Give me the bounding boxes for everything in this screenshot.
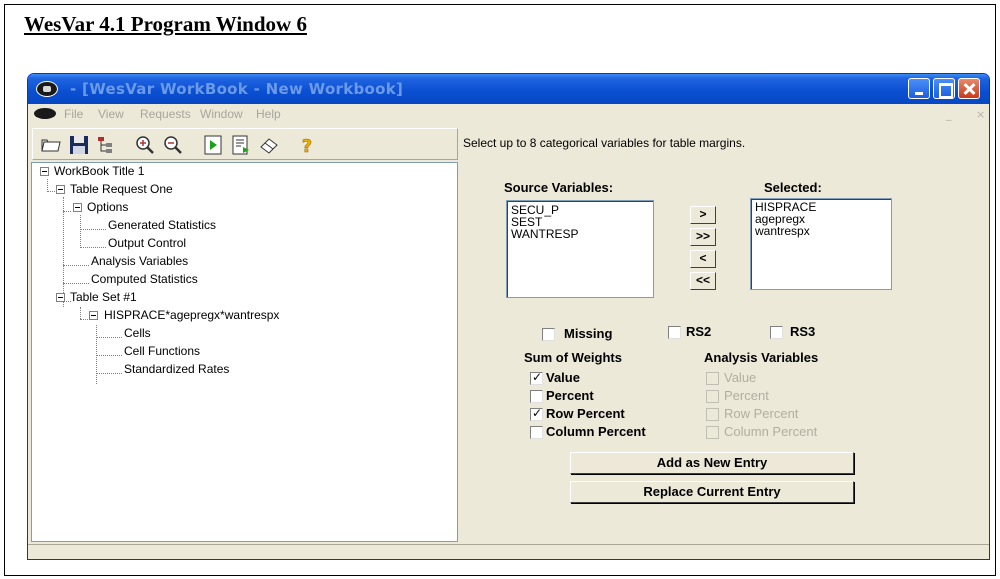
save-icon[interactable] <box>67 133 91 157</box>
collapse-toggle-options[interactable] <box>73 203 82 212</box>
zoom-out-icon[interactable] <box>161 133 185 157</box>
menu-requests[interactable]: Requests <box>140 107 191 121</box>
menu-file[interactable]: File <box>64 107 83 121</box>
remove-all-button[interactable]: << <box>690 272 716 290</box>
app-icon[interactable] <box>36 81 58 97</box>
tree-node-workbook-title[interactable]: WorkBook Title 1 <box>54 164 144 178</box>
tree-node-options[interactable]: Options <box>87 200 128 214</box>
zoom-in-icon[interactable] <box>133 133 157 157</box>
mdi-minimize-button[interactable]: _ <box>946 108 952 121</box>
av-column-percent-checkbox[interactable] <box>706 426 719 439</box>
av-value-label: Value <box>724 370 757 385</box>
missing-checkbox[interactable] <box>542 328 555 341</box>
title-bar[interactable]: - [WesVar WorkBook - New Workbook] <box>28 74 989 104</box>
sow-column-percent-checkbox[interactable] <box>530 426 543 439</box>
help-icon[interactable]: ? <box>295 133 319 157</box>
menu-bar: File View Requests Window Help _ × <box>28 104 989 124</box>
table-margins-form: Source Variables: Selected: SECU_P SEST … <box>460 162 988 542</box>
sow-value-checkbox[interactable] <box>530 370 543 385</box>
remove-selected-button[interactable]: < <box>690 250 716 268</box>
open-folder-icon[interactable] <box>39 133 63 157</box>
export-icon[interactable] <box>229 133 253 157</box>
selected-variable-item[interactable]: wantrespx <box>751 225 891 237</box>
rs2-checkbox[interactable] <box>668 326 681 339</box>
sow-column-percent-label: Column Percent <box>546 424 646 439</box>
sum-of-weights-label: Sum of Weights <box>524 350 622 365</box>
close-button[interactable] <box>958 78 980 99</box>
workbook-tree[interactable]: WorkBook Title 1 Table Request One Optio… <box>31 162 458 542</box>
av-percent-checkbox[interactable] <box>706 390 719 403</box>
rs3-label: RS3 <box>790 324 816 339</box>
collapse-toggle-table-set[interactable] <box>56 293 65 302</box>
status-bar <box>28 544 989 559</box>
selected-variables-list[interactable]: HISPRACE agepregx wantrespx <box>750 198 892 290</box>
add-all-button[interactable]: >> <box>690 228 716 246</box>
replace-current-entry-button[interactable]: Replace Current Entry <box>570 481 854 503</box>
collapse-toggle-hisprace[interactable] <box>89 311 98 320</box>
av-column-percent-label: Column Percent <box>724 424 818 439</box>
collapse-toggle-workbook[interactable] <box>40 167 49 176</box>
tree-node-table-request[interactable]: Table Request One <box>70 182 173 196</box>
tree-node-cell-functions[interactable]: Cell Functions <box>124 344 200 358</box>
sow-percent-label: Percent <box>546 388 594 403</box>
menu-window[interactable]: Window <box>200 107 243 121</box>
minimize-button[interactable] <box>908 78 930 99</box>
sow-value-label: Value <box>546 370 580 385</box>
tree-node-table-set[interactable]: Table Set #1 <box>70 290 137 304</box>
toolbar: ? <box>32 128 458 160</box>
window-title: - [WesVar WorkBook - New Workbook] <box>70 80 404 98</box>
sow-row-percent-checkbox[interactable] <box>530 406 543 421</box>
source-variables-label: Source Variables: <box>504 180 614 195</box>
instruction-text: Select up to 8 categorical variables for… <box>463 136 746 150</box>
run-icon[interactable] <box>201 133 225 157</box>
mdi-close-button[interactable]: × <box>976 108 985 121</box>
sow-percent-checkbox[interactable] <box>530 390 543 403</box>
source-variable-item[interactable]: WANTRESP <box>507 228 653 240</box>
document-icon[interactable] <box>34 108 56 119</box>
eraser-icon[interactable] <box>257 133 281 157</box>
maximize-button[interactable] <box>933 78 955 99</box>
add-selected-button[interactable]: > <box>690 206 716 224</box>
rs2-label: RS2 <box>686 324 712 339</box>
menu-view[interactable]: View <box>98 107 124 121</box>
add-new-entry-button[interactable]: Add as New Entry <box>570 452 854 474</box>
tree-node-generated-statistics[interactable]: Generated Statistics <box>108 218 216 232</box>
tree-node-hisprace-agepregx-wantrespx[interactable]: HISPRACE*agepregx*wantrespx <box>104 308 279 322</box>
tree-node-analysis-variables[interactable]: Analysis Variables <box>91 254 188 268</box>
tree-node-computed-statistics[interactable]: Computed Statistics <box>91 272 198 286</box>
av-value-checkbox[interactable] <box>706 372 719 385</box>
sow-row-percent-label: Row Percent <box>546 406 625 421</box>
collapse-toggle-table-request[interactable] <box>56 185 65 194</box>
analysis-variables-label: Analysis Variables <box>704 350 819 365</box>
wesvar-window: - [WesVar WorkBook - New Workbook] File … <box>27 73 990 560</box>
av-percent-label: Percent <box>724 388 769 403</box>
av-row-percent-checkbox[interactable] <box>706 408 719 421</box>
document-heading: WesVar 4.1 Program Window 6 <box>24 12 307 36</box>
rs3-checkbox[interactable] <box>770 326 783 339</box>
svg-text:?: ? <box>302 136 312 157</box>
tree-icon[interactable] <box>95 133 119 157</box>
tree-node-cells[interactable]: Cells <box>124 326 151 340</box>
tree-node-output-control[interactable]: Output Control <box>108 236 186 250</box>
selected-label: Selected: <box>764 180 822 195</box>
source-variables-list[interactable]: SECU_P SEST WANTRESP <box>506 200 654 298</box>
missing-label: Missing <box>564 326 613 341</box>
tree-node-standardized-rates[interactable]: Standardized Rates <box>124 362 229 376</box>
av-row-percent-label: Row Percent <box>724 406 799 421</box>
menu-help[interactable]: Help <box>256 107 281 121</box>
